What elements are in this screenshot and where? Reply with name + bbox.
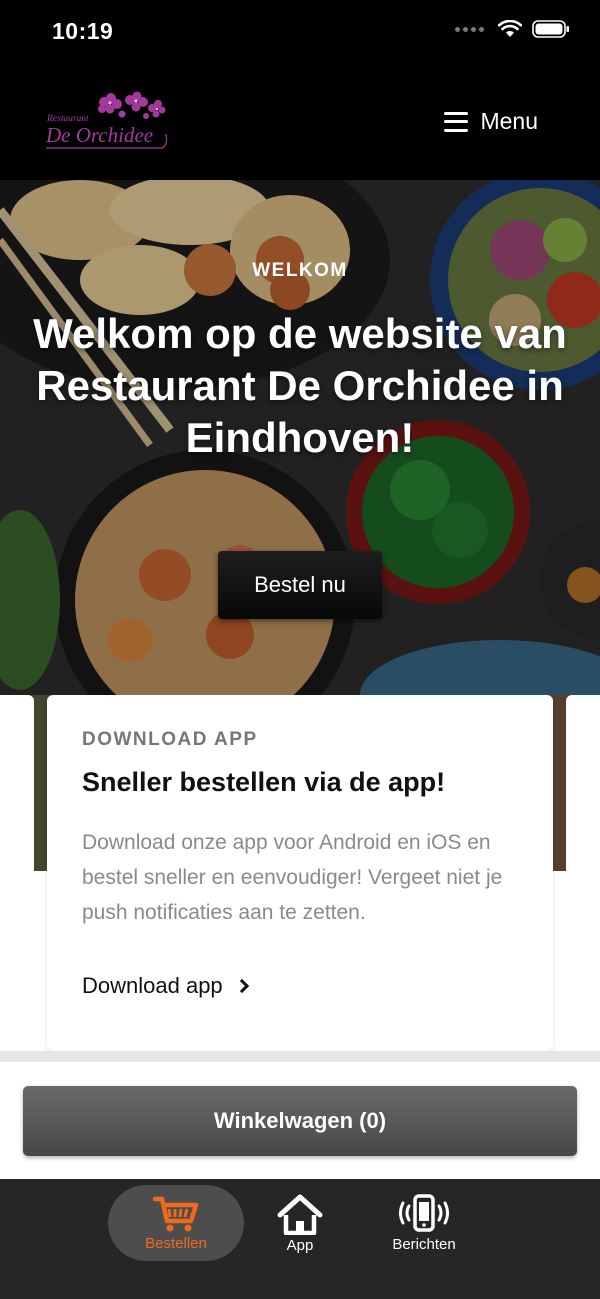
phone-vibrate-icon [399,1193,449,1232]
cart-button[interactable]: Winkelwagen (0) [23,1086,577,1156]
nav-label-app: App [286,1236,314,1254]
next-card[interactable] [566,695,600,1051]
status-bar: 10:19 [0,0,600,66]
section-divider [0,1051,600,1062]
order-now-button[interactable]: Bestel nu [218,551,382,619]
hero-eyebrow: WELKOM [252,260,348,281]
bottom-navigation: Bestellen App Berichten [0,1179,600,1299]
nav-label-bestellen: Bestellen [145,1234,207,1252]
hero-banner: WELKOM Welkom op de website van Restaura… [0,180,600,695]
cart-icon [153,1196,199,1231]
download-app-link-label: Download app [82,973,223,998]
nav-item-berichten[interactable]: Berichten [374,1185,474,1261]
menu-button[interactable]: Menu [444,108,538,135]
restaurant-logo[interactable]: Restaurant De Orchidee [44,88,170,158]
hamburger-icon [444,111,469,132]
nav-label-berichten: Berichten [392,1235,456,1253]
signal-icon [455,26,484,32]
chevron-right-icon [234,978,249,994]
status-time: 10:19 [52,18,114,44]
cart-area: Winkelwagen (0) [0,1062,600,1179]
status-icons [455,20,570,38]
wifi-icon [498,20,522,37]
hero-title: Welkom op de website van Restaurant De O… [33,310,567,461]
home-icon [277,1194,323,1235]
nav-item-app[interactable]: App [262,1185,338,1261]
menu-label: Menu [480,108,538,134]
card-eyebrow: DOWNLOAD APP [82,729,258,750]
card-title: Sneller bestellen via de app! [82,767,446,797]
battery-icon [532,20,569,38]
download-app-link[interactable]: Download app [82,973,249,999]
previous-card[interactable] [0,695,34,1051]
site-header: Restaurant De Orchidee Menu [0,66,600,180]
card-body: Download onze app voor Android en iOS en… [82,831,503,924]
nav-item-bestellen[interactable]: Bestellen [108,1185,244,1261]
card-carousel[interactable]: DOWNLOAD APP Sneller bestellen via de ap… [0,695,600,1051]
download-app-card: DOWNLOAD APP Sneller bestellen via de ap… [47,695,553,1051]
svg-text:De Orchidee: De Orchidee [45,123,153,147]
